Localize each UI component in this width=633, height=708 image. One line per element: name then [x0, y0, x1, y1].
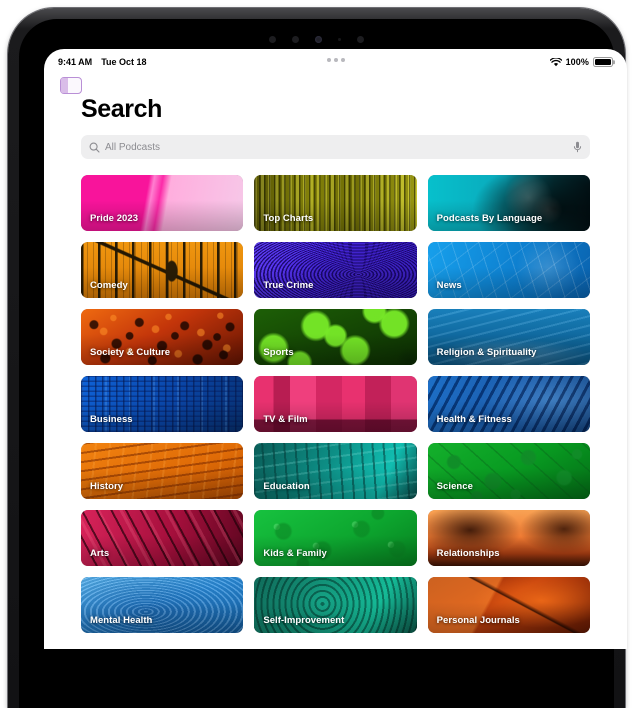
category-tile-label: Education [263, 481, 310, 492]
handle-dot [326, 58, 331, 62]
category-tile[interactable]: Society & Culture [81, 309, 244, 365]
category-tile[interactable]: True Crime [254, 242, 417, 298]
category-tile-label: Society & Culture [90, 347, 171, 358]
multitask-handle-icon[interactable] [326, 58, 345, 62]
category-tile[interactable]: Religion & Spirituality [427, 309, 590, 365]
status-time: 9:41 AM [58, 57, 93, 67]
page-title: Search [81, 95, 162, 123]
camera-sensor-cluster [242, 33, 392, 45]
category-tile-label: Arts [90, 548, 110, 559]
category-tile-label: Top Charts [263, 213, 314, 224]
category-tile[interactable]: Arts [81, 510, 244, 566]
category-tile-label: Science [436, 481, 473, 492]
status-bar-right: 100% [549, 57, 613, 67]
category-tile-label: Pride 2023 [90, 213, 139, 224]
category-tile-label: Relationships [436, 548, 500, 559]
category-tile[interactable]: Mental Health [81, 577, 244, 633]
category-tile[interactable]: Relationships [427, 510, 590, 566]
status-bar-left: 9:41 AM Tue Oct 18 [58, 57, 147, 67]
sensor-dot [338, 37, 341, 41]
battery-full-icon [593, 57, 613, 67]
category-tile[interactable]: Personal Journals [427, 577, 590, 633]
category-tile[interactable]: Education [254, 443, 417, 499]
category-grid: Pride 2023 Top Charts Podcasts By Language… [81, 175, 590, 633]
handle-dot [333, 58, 338, 62]
category-tile-label: Health & Fitness [436, 414, 512, 425]
device-frame: 9:41 AM Tue Oct 18 100% Search All Podca… [8, 8, 627, 708]
category-tile-label: Religion & Spirituality [436, 347, 537, 358]
category-tile-label: Kids & Family [263, 548, 327, 559]
category-tile-label: History [90, 481, 124, 492]
sensor-dot [269, 35, 276, 43]
sidebar-toggle-icon[interactable] [60, 77, 82, 94]
battery-percent-label: 100% [565, 57, 589, 67]
category-tile[interactable]: Sports [254, 309, 417, 365]
category-tile-label: Self-Improvement [263, 615, 345, 626]
battery-fill [595, 59, 611, 65]
category-tile[interactable]: News [427, 242, 590, 298]
search-icon [89, 142, 100, 153]
search-placeholder: All Podcasts [105, 141, 161, 153]
category-tile-label: Sports [263, 347, 294, 358]
category-tile[interactable]: Self-Improvement [254, 577, 417, 633]
category-tile[interactable]: Science [427, 443, 590, 499]
category-tile[interactable]: Podcasts By Language [427, 175, 590, 231]
category-tile[interactable]: Comedy [81, 242, 244, 298]
category-tile-label: TV & Film [263, 414, 308, 425]
sensor-dot [292, 35, 299, 43]
category-tile[interactable]: Health & Fitness [427, 376, 590, 432]
category-tile[interactable]: Pride 2023 [81, 175, 244, 231]
category-tile[interactable]: Business [81, 376, 244, 432]
device-bezel: 9:41 AM Tue Oct 18 100% Search All Podca… [19, 19, 627, 708]
status-bar: 9:41 AM Tue Oct 18 100% [44, 49, 627, 75]
category-tile-label: Personal Journals [436, 615, 520, 626]
sensor-dot [357, 35, 364, 43]
category-tile-label: Comedy [90, 280, 128, 291]
handle-dot [340, 58, 345, 62]
category-tile[interactable]: Top Charts [254, 175, 417, 231]
status-date: Tue Oct 18 [101, 57, 147, 67]
category-tile-label: Mental Health [90, 615, 153, 626]
category-tile[interactable]: History [81, 443, 244, 499]
category-tile-label: Business [90, 414, 133, 425]
microphone-icon[interactable] [573, 141, 582, 153]
main-content: Search All Podcasts Pride 2023 Top Charts… [44, 95, 627, 649]
category-tile-label: News [436, 280, 462, 291]
category-tile-label: True Crime [263, 280, 314, 291]
wifi-icon [549, 57, 562, 66]
device-screen: 9:41 AM Tue Oct 18 100% Search All Podca… [44, 49, 627, 649]
category-tile-label: Podcasts By Language [436, 213, 543, 224]
category-tile[interactable]: Kids & Family [254, 510, 417, 566]
front-camera-icon [315, 35, 322, 43]
search-input[interactable]: All Podcasts [81, 135, 590, 159]
category-tile[interactable]: TV & Film [254, 376, 417, 432]
